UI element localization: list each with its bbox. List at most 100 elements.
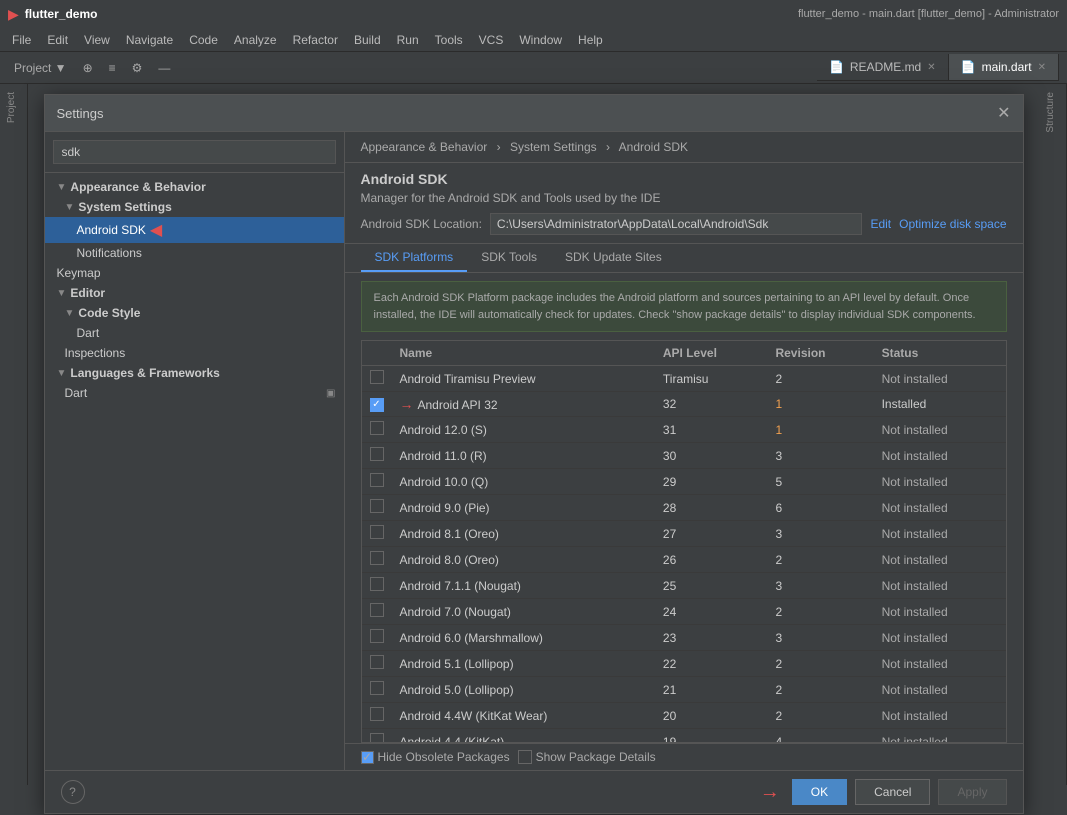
menu-navigate[interactable]: Navigate bbox=[118, 31, 181, 49]
toolbar-btn-3[interactable]: ⚙ bbox=[126, 59, 149, 77]
menu-vcs[interactable]: VCS bbox=[471, 31, 512, 49]
tree-notifications[interactable]: Notifications bbox=[45, 243, 344, 263]
show-package-details-checkbox[interactable] bbox=[518, 750, 532, 764]
breadcrumb-sep-2: › bbox=[606, 140, 610, 154]
sdk-table-container[interactable]: Name API Level Revision Status Android T… bbox=[361, 340, 1007, 743]
col-revision[interactable]: Revision bbox=[767, 341, 873, 366]
row-revision: 5 bbox=[767, 469, 873, 495]
row-checkbox[interactable] bbox=[370, 499, 384, 513]
menu-help[interactable]: Help bbox=[570, 31, 611, 49]
table-row[interactable]: Android 9.0 (Pie) 28 6 Not installed bbox=[362, 495, 1006, 521]
table-row[interactable]: Android 5.0 (Lollipop) 21 2 Not installe… bbox=[362, 677, 1006, 703]
menu-run[interactable]: Run bbox=[389, 31, 427, 49]
row-api: 31 bbox=[655, 417, 768, 443]
hide-obsolete-checkbox[interactable]: ✓ bbox=[361, 751, 374, 764]
row-revision: 2 bbox=[767, 547, 873, 573]
tree-languages-frameworks[interactable]: ▼ Languages & Frameworks bbox=[45, 363, 344, 383]
toolbar-btn-1[interactable]: ⊕ bbox=[77, 59, 99, 77]
optimize-link[interactable]: Optimize disk space bbox=[899, 217, 1006, 231]
sdk-tab-update-sites[interactable]: SDK Update Sites bbox=[551, 244, 676, 272]
edit-link[interactable]: Edit bbox=[870, 217, 891, 231]
tab-readme-close[interactable]: ✕ bbox=[927, 62, 935, 73]
menu-edit[interactable]: Edit bbox=[39, 31, 76, 49]
col-status[interactable]: Status bbox=[874, 341, 1006, 366]
table-row[interactable]: Android 11.0 (R) 30 3 Not installed bbox=[362, 443, 1006, 469]
row-checkbox[interactable] bbox=[370, 447, 384, 461]
project-dropdown[interactable]: Project ▼ bbox=[8, 59, 73, 77]
row-checkbox[interactable] bbox=[370, 473, 384, 487]
table-row[interactable]: Android 7.1.1 (Nougat) 25 3 Not installe… bbox=[362, 573, 1006, 599]
cancel-button[interactable]: Cancel bbox=[855, 779, 930, 805]
row-checkbox[interactable] bbox=[370, 707, 384, 721]
apply-button[interactable]: Apply bbox=[938, 779, 1006, 805]
tree-dart-lang[interactable]: Dart ▣ bbox=[45, 383, 344, 403]
col-api[interactable]: API Level bbox=[655, 341, 768, 366]
tree-dart-code-style[interactable]: Dart bbox=[45, 323, 344, 343]
row-checkbox[interactable] bbox=[370, 603, 384, 617]
table-row[interactable]: Android 6.0 (Marshmallow) 23 3 Not insta… bbox=[362, 625, 1006, 651]
toolbar-btn-2[interactable]: ≡ bbox=[103, 59, 122, 77]
row-checkbox[interactable] bbox=[370, 655, 384, 669]
settings-search-input[interactable] bbox=[53, 140, 336, 164]
row-checkbox[interactable] bbox=[370, 525, 384, 539]
menu-window[interactable]: Window bbox=[511, 31, 570, 49]
row-name: →Android API 32 bbox=[392, 392, 655, 417]
row-checkbox[interactable] bbox=[370, 629, 384, 643]
row-checkbox[interactable] bbox=[370, 681, 384, 695]
table-row[interactable]: Android 4.4W (KitKat Wear) 20 2 Not inst… bbox=[362, 703, 1006, 729]
show-package-details-label[interactable]: Show Package Details bbox=[518, 750, 656, 764]
row-checkbox[interactable] bbox=[370, 370, 384, 384]
expand-arrow-code-style: ▼ bbox=[65, 308, 75, 319]
menu-analyze[interactable]: Analyze bbox=[226, 31, 285, 49]
tree-appearance-behavior[interactable]: ▼ Appearance & Behavior bbox=[45, 177, 344, 197]
menu-code[interactable]: Code bbox=[181, 31, 226, 49]
tree-inspections[interactable]: Inspections bbox=[45, 343, 344, 363]
tree-android-sdk[interactable]: Android SDK ◀ bbox=[45, 217, 344, 243]
row-checkbox-cell bbox=[362, 366, 392, 392]
table-row[interactable]: Android 10.0 (Q) 29 5 Not installed bbox=[362, 469, 1006, 495]
sdk-location-input[interactable] bbox=[490, 213, 863, 235]
row-checkbox[interactable] bbox=[370, 551, 384, 565]
table-row[interactable]: Android 4.4 (KitKat) 19 4 Not installed bbox=[362, 729, 1006, 744]
tab-readme[interactable]: 📄 README.md ✕ bbox=[817, 54, 949, 80]
row-checkbox[interactable] bbox=[370, 733, 384, 743]
tree-keymap[interactable]: Keymap bbox=[45, 263, 344, 283]
row-checkbox[interactable] bbox=[370, 577, 384, 591]
tab-main-dart-close[interactable]: ✕ bbox=[1038, 62, 1046, 73]
hide-obsolete-label[interactable]: ✓ Hide Obsolete Packages bbox=[361, 750, 510, 764]
row-checkbox[interactable] bbox=[370, 421, 384, 435]
table-row[interactable]: Android 12.0 (S) 31 1 Not installed bbox=[362, 417, 1006, 443]
dialog-close-button[interactable]: ✕ bbox=[997, 103, 1010, 123]
table-row[interactable]: Android 5.1 (Lollipop) 22 2 Not installe… bbox=[362, 651, 1006, 677]
table-row[interactable]: Android 8.1 (Oreo) 27 3 Not installed bbox=[362, 521, 1006, 547]
row-revision: 2 bbox=[767, 651, 873, 677]
ok-button[interactable]: OK bbox=[792, 779, 847, 805]
sdk-tab-platforms[interactable]: SDK Platforms bbox=[361, 244, 468, 272]
row-revision: 2 bbox=[767, 366, 873, 392]
sdk-tab-tools[interactable]: SDK Tools bbox=[467, 244, 551, 272]
tree-code-style[interactable]: ▼ Code Style bbox=[45, 303, 344, 323]
row-revision: 2 bbox=[767, 599, 873, 625]
help-button[interactable]: ? bbox=[61, 780, 85, 804]
table-row[interactable]: Android 8.0 (Oreo) 26 2 Not installed bbox=[362, 547, 1006, 573]
menu-build[interactable]: Build bbox=[346, 31, 389, 49]
table-row[interactable]: Android 7.0 (Nougat) 24 2 Not installed bbox=[362, 599, 1006, 625]
app-title: flutter_demo bbox=[25, 7, 98, 21]
col-name[interactable]: Name bbox=[392, 341, 655, 366]
row-checkbox[interactable]: ✓ bbox=[370, 398, 384, 412]
tab-main-dart[interactable]: 📄 main.dart ✕ bbox=[949, 54, 1059, 80]
menu-tools[interactable]: Tools bbox=[427, 31, 471, 49]
table-row[interactable]: Android Tiramisu Preview Tiramisu 2 Not … bbox=[362, 366, 1006, 392]
row-checkbox-cell bbox=[362, 625, 392, 651]
tree-editor[interactable]: ▼ Editor bbox=[45, 283, 344, 303]
row-revision: 3 bbox=[767, 625, 873, 651]
expand-arrow-lang: ▼ bbox=[57, 368, 67, 379]
toolbar-btn-4[interactable]: — bbox=[152, 59, 176, 77]
menu-file[interactable]: File bbox=[4, 31, 39, 49]
main-layout: Project Settings ✕ ▼ bbox=[0, 84, 1067, 785]
tree-system-settings[interactable]: ▼ System Settings bbox=[45, 197, 344, 217]
row-status: Installed bbox=[874, 392, 1006, 417]
menu-view[interactable]: View bbox=[76, 31, 118, 49]
menu-refactor[interactable]: Refactor bbox=[285, 31, 346, 49]
table-row[interactable]: ✓ →Android API 32 32 1 Installed bbox=[362, 392, 1006, 417]
